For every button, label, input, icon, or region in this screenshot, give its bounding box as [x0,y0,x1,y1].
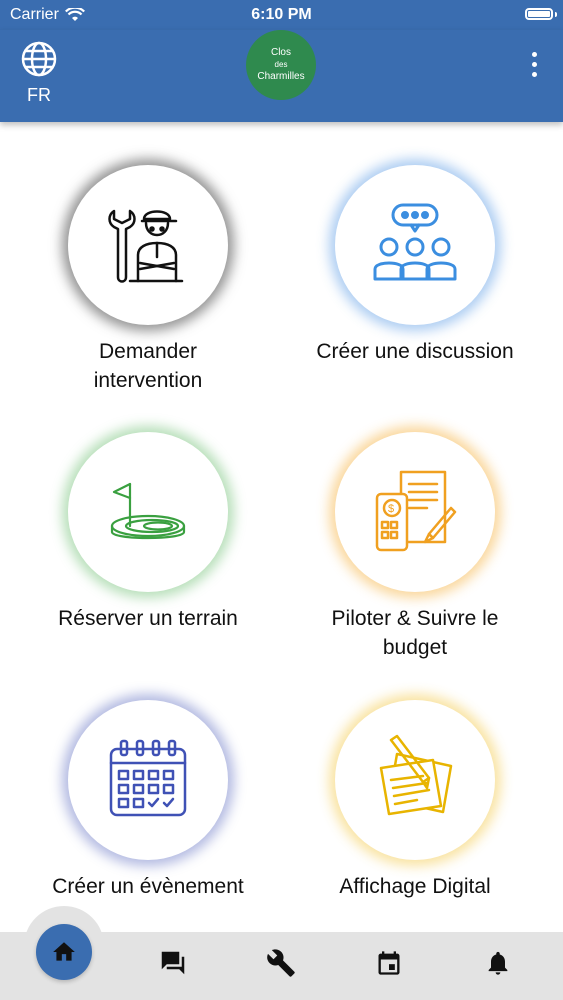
tile-circle [68,165,228,325]
app-logo: Clos des Charmilles [246,30,316,100]
logo-line1: Clos [270,47,291,58]
nav-notifications-button[interactable] [481,946,515,980]
tile-creer-discussion[interactable]: Créer une discussion [275,165,555,366]
tile-circle [335,165,495,325]
globe-icon [21,41,57,77]
tile-label: Affichage Digital [275,872,555,901]
calendar-event-icon [378,951,400,975]
notepad-pencil-icon [379,734,453,816]
nav-home-button[interactable] [36,924,92,980]
tile-label: Réserver un terrain [8,604,288,633]
tile-piloter-budget[interactable]: $ Piloter & Suivre le budget [275,432,555,662]
tile-label-line2: intervention [93,369,203,392]
battery-icon [525,8,553,20]
tile-circle [335,700,495,860]
tile-reserver-terrain[interactable]: Réserver un terrain [8,432,288,633]
bottom-nav [0,906,563,1000]
bell-icon [488,951,508,975]
svg-text:$: $ [388,503,394,515]
home-icon [53,942,75,961]
tile-label-line1: Demander [98,340,198,363]
nav-chat-button[interactable] [156,946,190,980]
tile-label-line1: Affichage Digital [339,875,491,898]
tile-label: Demander intervention [8,337,288,395]
tile-creer-evenement[interactable]: Créer un évènement [8,700,288,901]
discussion-group-icon [373,203,457,281]
tile-demander-intervention[interactable]: Demander intervention [8,165,288,395]
tile-label-line1: Créer une discussion [316,340,514,363]
tile-label: Piloter & Suivre le budget [275,604,555,662]
status-time: 6:10 PM [251,6,312,23]
golf-flag-icon [110,482,186,540]
logo-line2: des [274,60,288,69]
language-selector[interactable]: FR [18,40,60,106]
more-options-button[interactable] [532,52,537,77]
tile-label: Créer un évènement [8,872,288,901]
nav-calendar-button[interactable] [372,946,406,980]
logo-line3: Charmilles [257,71,305,82]
tile-label-line2: budget [382,636,448,659]
status-bar: Carrier 6:10 PM [0,0,563,30]
tile-label-line1: Réserver un terrain [58,607,238,630]
tile-circle: $ [335,432,495,592]
tile-circle [68,432,228,592]
tile-circle [68,700,228,860]
chat-icon [161,951,185,975]
app-header: FR Clos des Charmilles [0,30,563,122]
tile-label-line1: Créer un évènement [52,875,244,898]
tile-label-line1: Piloter & Suivre le [331,607,499,630]
wrench-icon [267,949,295,977]
tile-affichage-digital[interactable]: Affichage Digital [275,700,555,901]
language-code: FR [27,85,51,105]
calendar-icon [109,739,187,817]
nav-wrench-button[interactable] [264,946,298,980]
tile-label: Créer une discussion [275,337,555,366]
mechanic-icon [108,209,184,283]
budget-icon: $ [375,470,457,552]
